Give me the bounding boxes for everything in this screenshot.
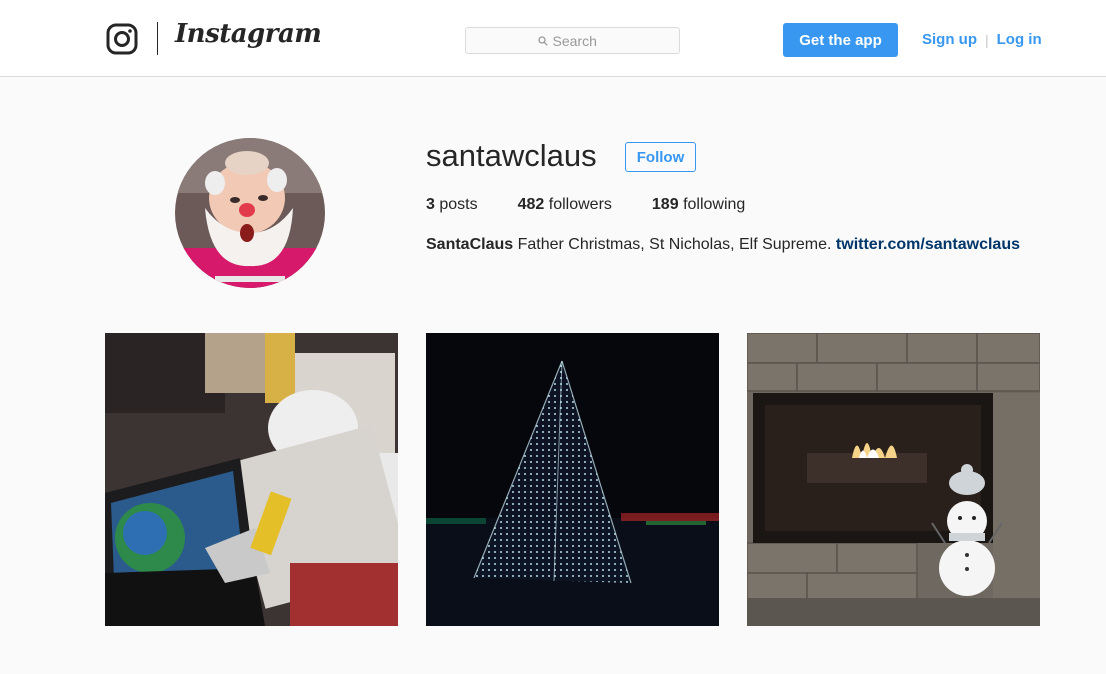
sign-up-link[interactable]: Sign up <box>922 31 977 48</box>
profile-avatar <box>175 138 325 288</box>
top-nav-bar: Instagram Get the app Sign up | Log in <box>0 0 1106 77</box>
logo-divider <box>157 22 158 55</box>
post-thumbnail[interactable] <box>105 333 398 626</box>
fireplace-photo <box>747 333 1040 626</box>
search-icon <box>537 35 548 46</box>
desk-photo <box>105 333 398 626</box>
post-thumbnail[interactable] <box>426 333 719 626</box>
post-thumbnail[interactable] <box>747 333 1040 626</box>
following-label: following <box>683 196 746 213</box>
auth-links: Sign up | Log in <box>922 31 1042 48</box>
follow-button[interactable]: Follow <box>625 142 696 172</box>
following-stat[interactable]: 189 following <box>652 196 745 214</box>
search-input[interactable] <box>552 32 608 49</box>
log-in-link[interactable]: Log in <box>997 31 1042 48</box>
auth-separator: | <box>985 31 989 48</box>
instagram-glyph-icon[interactable] <box>106 23 138 55</box>
instagram-wordmark[interactable]: Instagram <box>175 19 322 49</box>
followers-label: followers <box>548 196 612 213</box>
search-box[interactable] <box>465 27 680 54</box>
light-tree-photo <box>426 333 719 626</box>
profile-username: santawclaus <box>426 138 597 173</box>
followers-count: 482 <box>517 196 545 213</box>
get-the-app-button[interactable]: Get the app <box>783 23 898 57</box>
bio-text: Father Christmas, St Nicholas, Elf Supre… <box>513 236 836 253</box>
posts-count: 3 <box>426 196 435 213</box>
followers-stat[interactable]: 482 followers <box>518 196 612 214</box>
profile-bio: SantaClaus Father Christmas, St Nicholas… <box>426 236 1020 254</box>
posts-stat: 3 posts <box>426 196 478 214</box>
posts-label: posts <box>439 196 478 213</box>
following-count: 189 <box>651 196 679 213</box>
bio-external-link[interactable]: twitter.com/santawclaus <box>836 236 1020 253</box>
profile-stats: 3 posts 482 followers 189 following <box>426 196 785 214</box>
profile-full-name: SantaClaus <box>426 236 514 253</box>
